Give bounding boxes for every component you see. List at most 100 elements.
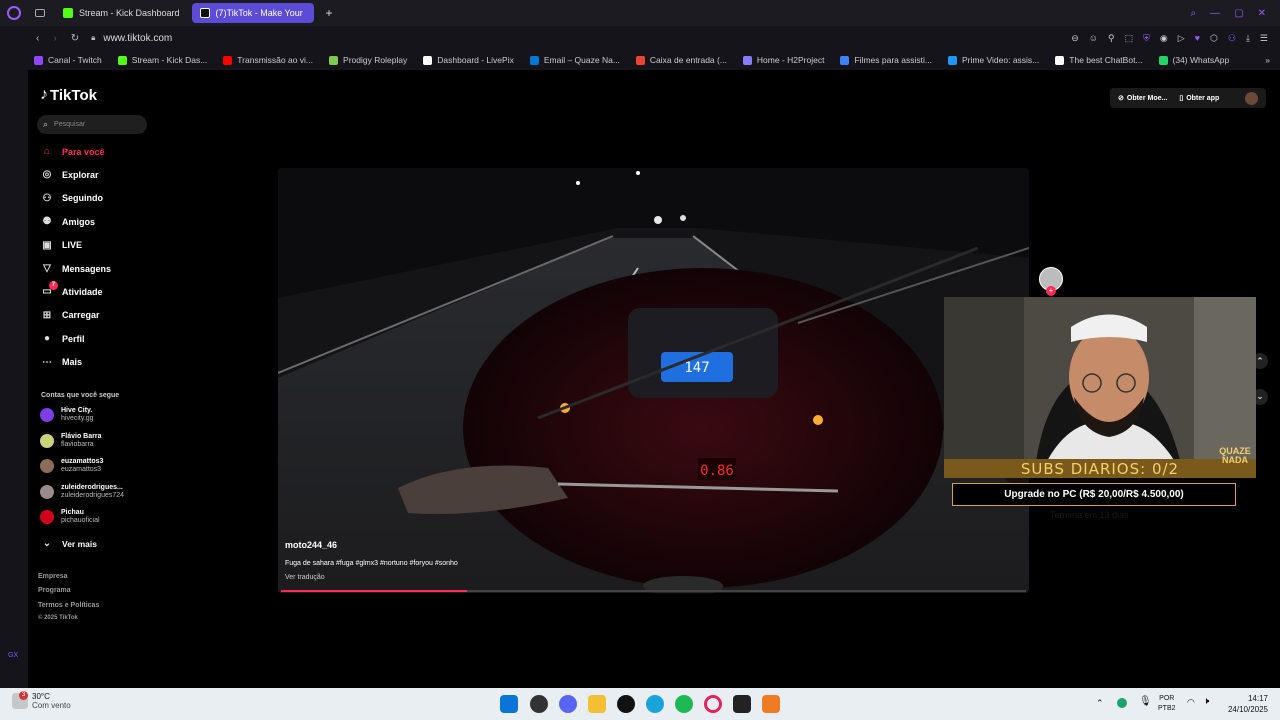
weather-widget[interactable]: 3 30°C Com vento (12, 691, 71, 710)
bookmark-item[interactable]: Canal - Twitch (34, 55, 102, 65)
compass-icon: ◎ (42, 169, 52, 181)
bookmark-item[interactable]: Transmissão ao vi... (223, 55, 313, 65)
back-icon[interactable]: ‹ (36, 33, 39, 44)
tiktok-logo[interactable]: ♪ TikTok (40, 86, 97, 104)
heart-icon[interactable]: ♥ (1195, 33, 1200, 44)
account-text: zuleiderodrigues... zuleiderodrigues724 (61, 484, 124, 500)
home-icon: ⌂ (43, 146, 51, 157)
video-player[interactable]: 147 0.86 moto244_46 Fuga de sahara #fuga… (278, 168, 1029, 593)
phone-icon: ▯ (1179, 95, 1184, 102)
bookmark-item[interactable]: Caixa de entrada (... (635, 55, 727, 65)
tab-label: Stream - Kick Dashboard (79, 8, 180, 18)
bookmark-item[interactable]: Prime Video: assis... (947, 55, 1039, 65)
follow-plus-icon[interactable]: + (1046, 286, 1056, 296)
bookmark-item[interactable]: (34) WhatsApp (1158, 55, 1229, 65)
pin-icon[interactable]: ⚲ (1108, 33, 1115, 44)
coins-button[interactable]: ⊘ Obter Moe... (1118, 94, 1167, 103)
zoom-icon[interactable]: ⊖ (1071, 33, 1079, 44)
reload-icon[interactable]: ↻ (71, 33, 79, 44)
epic-games-icon[interactable] (733, 695, 751, 713)
sidebar-item-label: Seguindo (62, 193, 103, 204)
video-caption[interactable]: Fuga de sahara #fuga #glmx3 #nortuno #fo… (285, 560, 458, 567)
see-more-button[interactable]: ⌄ Ver mais (40, 538, 97, 549)
video-progress-bar[interactable] (281, 590, 1026, 592)
sidebar-item-more[interactable]: ⋯ Mais (40, 357, 82, 368)
translate-link[interactable]: Ver tradução (285, 574, 325, 581)
sidebar-item-messages[interactable]: ▽ Mensagens (40, 263, 111, 274)
camera-icon[interactable]: ◉ (1160, 33, 1168, 44)
maximize-icon[interactable]: ▢ (1234, 8, 1243, 19)
play-icon[interactable]: ▷ (1178, 33, 1185, 44)
aria-icon[interactable]: ⚇ (1228, 33, 1236, 44)
volume-icon[interactable]: 🕨︎ (1203, 696, 1209, 707)
bookmark-item[interactable]: Prodigy Roleplay (329, 55, 407, 65)
footer-program[interactable]: Programa (38, 587, 71, 594)
following-item[interactable]: Hive City. hivecity.gg (40, 407, 94, 423)
mic-icon[interactable]: 🎙︎ (1139, 696, 1152, 707)
sidebar-item-friends[interactable]: ⚉ Amigos (40, 216, 96, 227)
bookmark-favicon-icon (529, 55, 539, 65)
bookmark-item[interactable]: Stream - Kick Das... (117, 55, 207, 65)
wifi-icon[interactable]: ◠ (1187, 697, 1195, 708)
tab-tiktok[interactable]: (7)TikTok - Make Your (191, 3, 314, 23)
bookmark-item[interactable]: The best ChatBot... (1055, 55, 1143, 65)
tray-arrow-icon[interactable]: ⌃ (1096, 698, 1104, 709)
following-item[interactable]: Flávio Barra flaviobarra (40, 433, 101, 449)
sidebar-item-upload[interactable]: ⊞ Carregar (40, 310, 100, 321)
github-icon[interactable] (617, 695, 635, 713)
menu-icon[interactable]: ☰ (1260, 33, 1268, 44)
webcam-image (944, 297, 1256, 478)
account-name: Flávio Barra (61, 432, 102, 440)
app-icon-last[interactable] (762, 695, 780, 713)
download-icon[interactable]: ⤓ (1246, 33, 1250, 44)
vpn-icon[interactable]: ⛨ (1143, 33, 1150, 44)
discord-icon[interactable] (559, 695, 577, 713)
file-explorer-icon[interactable] (588, 695, 606, 713)
edge-icon[interactable] (646, 695, 664, 713)
bookmarks-overflow-icon[interactable]: » (1265, 55, 1270, 65)
lang-indicator[interactable]: POR PTB2 (1158, 694, 1176, 714)
bookmark-item[interactable]: Dashboard - LivePix (423, 55, 514, 65)
webcam-overlay: SUBS DIARIOS: 0/2 QUAZE NADA (944, 297, 1256, 478)
sidebar-item-compass[interactable]: ◎ Explorar (40, 169, 99, 180)
opera-gx-icon[interactable] (704, 695, 722, 713)
following-item[interactable]: euzamattos3 euzamattos3 (40, 458, 103, 474)
close-icon[interactable]: ✕ (1258, 8, 1266, 19)
gx-corner-icon[interactable]: GX (8, 652, 18, 659)
avatar[interactable] (1245, 91, 1258, 105)
avatar (40, 484, 54, 499)
tray-app-icon[interactable] (1117, 698, 1127, 708)
sidebar-item-label: Explorar (62, 169, 99, 180)
new-tab-button[interactable]: + (318, 3, 341, 23)
messages-icon: ▽ (43, 263, 51, 274)
following-item[interactable]: zuleiderodrigues... zuleiderodrigues724 (40, 484, 124, 500)
tab-kick[interactable]: Stream - Kick Dashboard (55, 3, 188, 23)
url-field[interactable]: www.tiktok.com (103, 33, 172, 44)
get-app-button[interactable]: ▯ Obter app (1179, 94, 1219, 103)
snapshot-icon[interactable]: ⬚ (1125, 33, 1134, 44)
minimize-icon[interactable]: — (1210, 8, 1220, 19)
search-tabs-icon[interactable]: ⌕ (1191, 8, 1197, 19)
bookmark-item[interactable]: Email – Quaze Na... (529, 55, 620, 65)
sidebar-item-profile[interactable]: ● Perfil (40, 333, 85, 344)
app-icon-1[interactable] (530, 695, 548, 713)
sidebar-item-following[interactable]: ⚇ Seguindo (40, 193, 103, 204)
forward-icon[interactable]: › (53, 33, 56, 44)
extensions-icon[interactable]: ⬡ (1210, 33, 1218, 44)
tab-manager-icon[interactable] (35, 9, 45, 17)
sidebar-item-live[interactable]: ▣ LIVE (40, 240, 82, 251)
bookmark-item[interactable]: Filmes para assisti... (840, 55, 932, 65)
video-author[interactable]: moto244_46 (285, 540, 337, 550)
clock[interactable]: 14:17 24/10/2025 (1222, 693, 1268, 715)
spotify-icon[interactable] (675, 695, 693, 713)
following-item[interactable]: Pichau pichauoficial (40, 509, 100, 525)
footer-terms[interactable]: Termos e Políticas (38, 602, 99, 609)
emoji-icon[interactable]: ☺ (1089, 33, 1098, 44)
search-input[interactable]: ⌕ Pesquisar (37, 115, 147, 134)
footer-company[interactable]: Empresa (38, 573, 68, 580)
bookmark-item[interactable]: Home - H2Project (742, 55, 824, 65)
sidebar-item-activity[interactable]: ▭ 7 Atividade (40, 281, 103, 297)
windows-start-icon[interactable] (500, 695, 518, 713)
opera-logo-icon[interactable] (7, 6, 21, 20)
sidebar-item-home[interactable]: ⌂ Para você (40, 146, 105, 157)
